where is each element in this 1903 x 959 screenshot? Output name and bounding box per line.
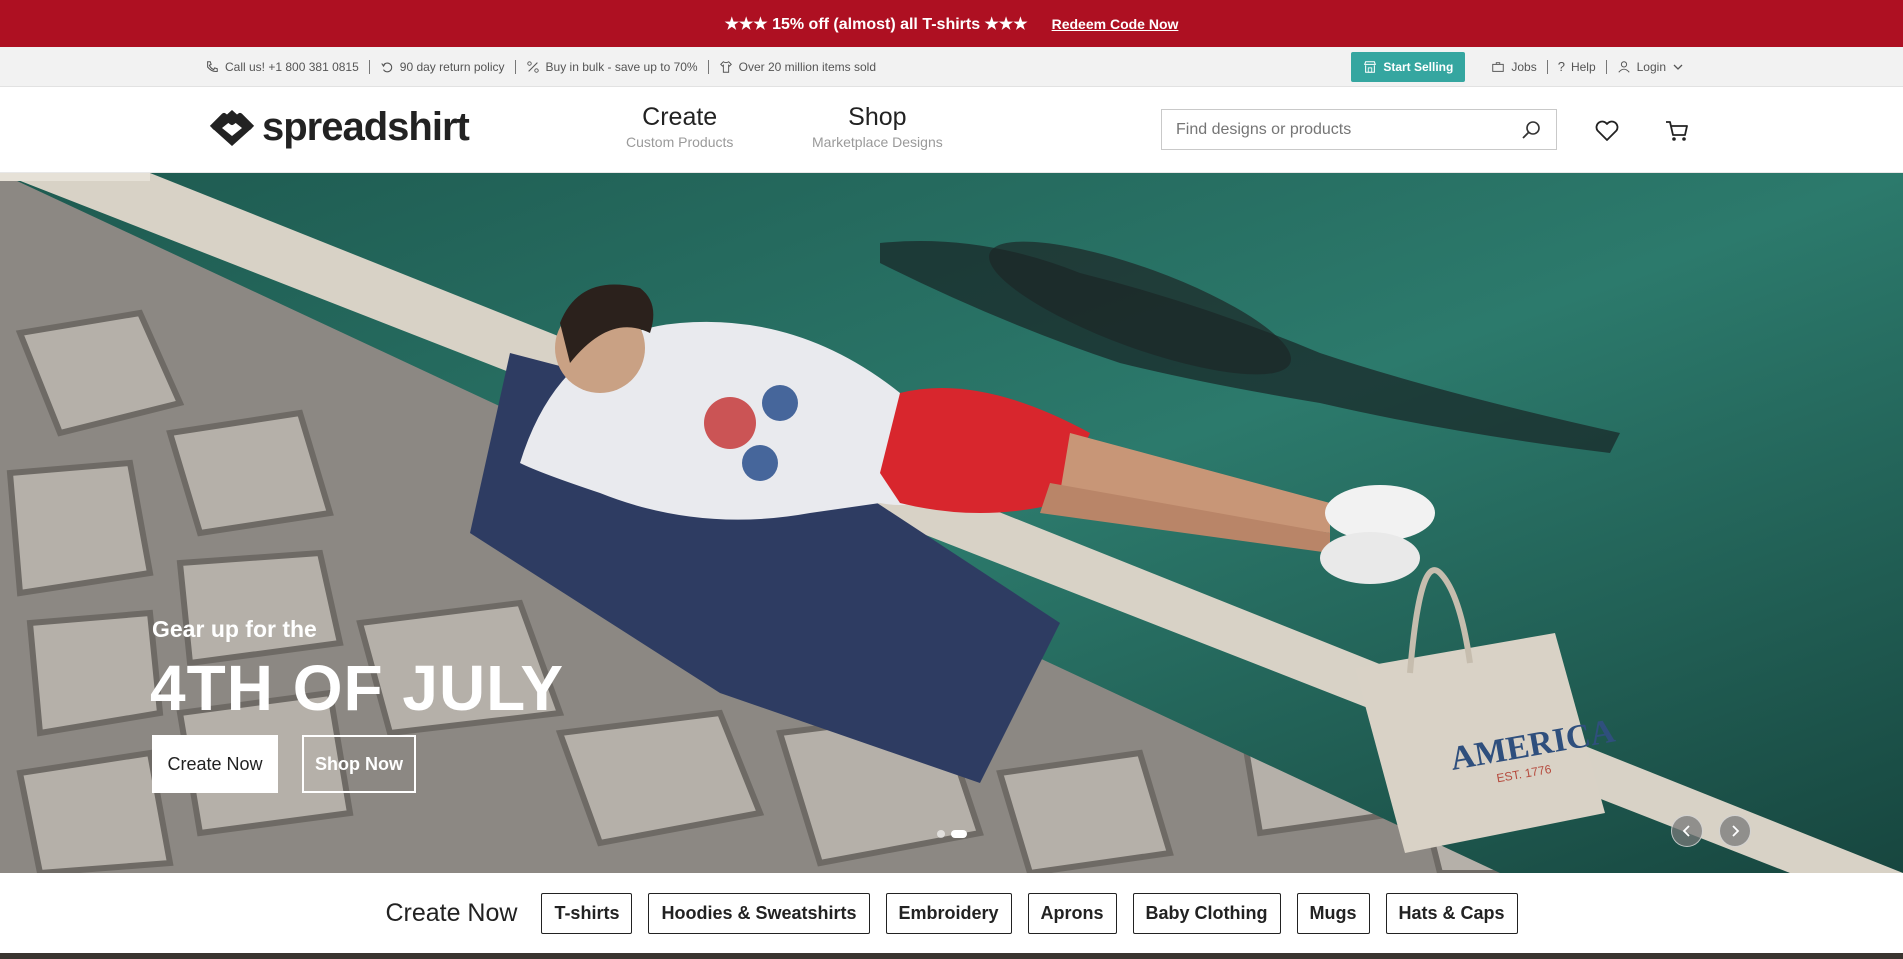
info-item-bulk[interactable]: Buy in bulk - save up to 70% <box>516 60 709 74</box>
category-chip-embroidery[interactable]: Embroidery <box>885 892 1012 934</box>
site-header: spreadshirt Create Custom Products Shop … <box>0 87 1903 173</box>
category-chip-aprons[interactable]: Aprons <box>1027 892 1117 934</box>
redeem-code-link[interactable]: Redeem Code Now <box>1052 16 1179 32</box>
search-box <box>1161 109 1557 150</box>
nav-create-title: Create <box>642 103 718 131</box>
create-now-button[interactable]: Create Now <box>152 735 278 793</box>
login-label: Login <box>1636 60 1666 74</box>
category-chip-hoodies[interactable]: Hoodies & Sweatshirts <box>648 892 870 934</box>
chevron-left-icon <box>1682 825 1690 837</box>
briefcase-icon <box>1492 62 1505 72</box>
category-chip-mugs[interactable]: Mugs <box>1296 892 1370 934</box>
shirt-icon <box>719 61 732 73</box>
help-link[interactable]: ? Help <box>1548 60 1607 74</box>
nav-shop-title: Shop <box>848 103 907 131</box>
start-selling-button[interactable]: Start Selling <box>1351 52 1466 82</box>
info-label: Call us! +1 800 381 0815 <box>225 60 359 74</box>
heart-logo-icon <box>209 109 255 146</box>
heart-icon[interactable] <box>1593 117 1621 145</box>
carousel-prev-button[interactable] <box>1671 815 1703 847</box>
phone-icon <box>207 61 218 73</box>
logo[interactable]: spreadshirt <box>206 105 470 150</box>
category-chip-baby-clothing[interactable]: Baby Clothing <box>1132 892 1281 934</box>
hero-image: AMERICA EST. 1776 <box>0 173 1903 873</box>
info-item-phone[interactable]: Call us! +1 800 381 0815 <box>205 60 370 74</box>
info-item-sold[interactable]: Over 20 million items sold <box>709 60 886 74</box>
info-list: Call us! +1 800 381 0815 90 day return p… <box>205 47 886 87</box>
promo-banner: ★★★ 15% off (almost) all T-shirts ★★★ Re… <box>0 0 1903 47</box>
carousel-next-button[interactable] <box>1719 815 1751 847</box>
category-chip-tshirts[interactable]: T-shirts <box>541 892 633 934</box>
jobs-label: Jobs <box>1511 60 1537 74</box>
info-label: Over 20 million items sold <box>738 60 876 74</box>
percent-icon <box>526 61 539 73</box>
logo-text: spreadshirt <box>262 105 470 149</box>
start-selling-label: Start Selling <box>1383 60 1454 74</box>
nav-create[interactable]: Create Custom Products <box>626 103 733 150</box>
jobs-link[interactable]: Jobs <box>1481 60 1548 74</box>
search-icon[interactable] <box>1520 119 1542 141</box>
store-icon <box>1364 61 1377 73</box>
categories-title: Create Now <box>385 898 518 927</box>
category-chip-hats-caps[interactable]: Hats & Caps <box>1385 892 1518 934</box>
nav-create-subtitle: Custom Products <box>626 134 734 150</box>
chevron-right-icon <box>1732 825 1740 837</box>
user-icon <box>1618 61 1630 73</box>
shop-now-button[interactable]: Shop Now <box>302 735 416 793</box>
next-section-preview <box>0 953 1903 959</box>
hero-title: 4TH OF JULY <box>150 652 565 724</box>
chevron-down-icon <box>1673 64 1683 70</box>
info-item-return[interactable]: 90 day return policy <box>370 60 516 74</box>
login-link[interactable]: Login <box>1607 60 1694 74</box>
info-links: Start Selling Jobs ? Help Login <box>1351 47 1694 87</box>
promo-message: ★★★ 15% off (almost) all T-shirts ★★★ <box>724 15 1028 33</box>
carousel-dots <box>937 830 967 838</box>
help-label: Help <box>1570 60 1596 74</box>
info-label: 90 day return policy <box>399 60 505 74</box>
return-icon <box>381 62 392 73</box>
hero-subtitle: Gear up for the <box>152 616 317 642</box>
info-label: Buy in bulk - save up to 70% <box>545 60 698 74</box>
create-now-categories: Create Now T-shirts Hoodies & Sweatshirt… <box>0 873 1903 953</box>
search-input[interactable] <box>1176 120 1520 139</box>
info-bar: Call us! +1 800 381 0815 90 day return p… <box>0 47 1903 87</box>
carousel-dot-1[interactable] <box>937 830 945 838</box>
nav-shop[interactable]: Shop Marketplace Designs <box>812 103 943 150</box>
nav-shop-subtitle: Marketplace Designs <box>812 134 943 150</box>
question-icon: ? <box>1557 59 1565 74</box>
hero-banner: AMERICA EST. 1776 Gear up for the 4TH OF… <box>0 173 1903 873</box>
carousel-dot-2[interactable] <box>951 830 967 838</box>
cart-icon[interactable] <box>1663 117 1691 145</box>
